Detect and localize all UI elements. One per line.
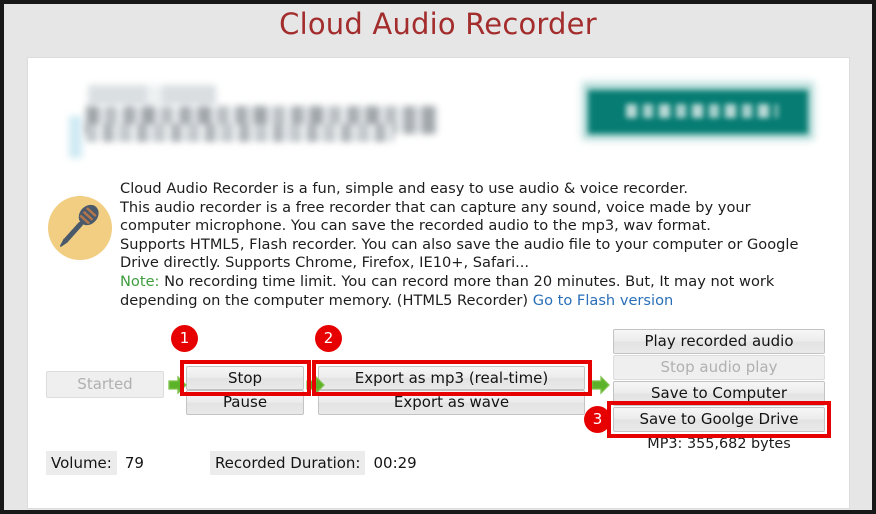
microphone-icon <box>48 196 112 260</box>
note-text: No recording time limit. You can record … <box>159 272 775 290</box>
desc-line-3: computer microphone. You can save the re… <box>120 217 711 235</box>
desc-note-line: Note: No recording time limit. You can r… <box>120 273 840 292</box>
status-bar: Volume: 79 Recorded Duration: 00:29 <box>46 451 423 475</box>
desc-line-5: Drive directly. Supports Chrome, Firefox… <box>120 254 530 272</box>
banner-subheading-redacted <box>86 124 394 142</box>
mp3-size-label: MP3: 355,682 bytes <box>647 436 791 452</box>
desc-line-7-text: depending on the computer memory. (HTML5… <box>120 291 529 309</box>
screenshot-frame: Cloud Audio Recorder Cloud Audio Recorde… <box>0 0 876 514</box>
green-arrow-right-icon <box>168 375 187 395</box>
app-description: Cloud Audio Recorder is a fun, simple an… <box>120 180 840 310</box>
save-to-computer-button[interactable]: Save to Computer <box>613 381 825 406</box>
desc-line-1: Cloud Audio Recorder is a fun, simple an… <box>120 180 688 197</box>
desc-line-7: depending on the computer memory. (HTML5… <box>120 292 840 311</box>
page-title: Cloud Audio Recorder <box>279 7 597 41</box>
recorded-duration-label: Recorded Duration: <box>209 451 366 475</box>
save-to-google-drive-button[interactable]: Save to Goolge Drive <box>613 407 825 432</box>
content-panel: Cloud Audio Recorder is a fun, simple an… <box>28 58 849 508</box>
play-recorded-audio-button[interactable]: Play recorded audio <box>613 329 825 354</box>
step-badge-2: 2 <box>315 325 342 352</box>
redacted-site-banner <box>42 68 837 168</box>
stop-button[interactable]: Stop <box>186 366 304 390</box>
banner-accent-bar <box>69 116 82 158</box>
step-badge-3: 3 <box>584 406 611 433</box>
stop-audio-play-button: Stop audio play <box>613 355 825 380</box>
export-as-wave-button[interactable]: Export as wave <box>318 390 585 415</box>
banner-logo-redacted <box>88 85 216 105</box>
recorded-duration-value: 00:29 <box>373 454 417 472</box>
volume-label: Volume: <box>46 451 117 475</box>
started-button: Started <box>46 371 164 398</box>
volume-value: 79 <box>124 454 144 472</box>
pause-button[interactable]: Pause <box>186 390 304 415</box>
green-arrow-right-icon <box>591 375 610 395</box>
desc-line-2: This audio recorder is a free recorder t… <box>120 198 751 216</box>
export-as-mp3-button[interactable]: Export as mp3 (real-time) <box>318 366 585 390</box>
note-label: Note: <box>120 272 160 290</box>
green-arrow-right-icon <box>306 375 325 395</box>
banner-cta-label-redacted <box>626 104 778 118</box>
desc-line-4: Supports HTML5, Flash recorder. You can … <box>120 235 799 253</box>
step-badge-1: 1 <box>171 325 198 352</box>
go-to-flash-version-link[interactable]: Go to Flash version <box>533 292 674 309</box>
